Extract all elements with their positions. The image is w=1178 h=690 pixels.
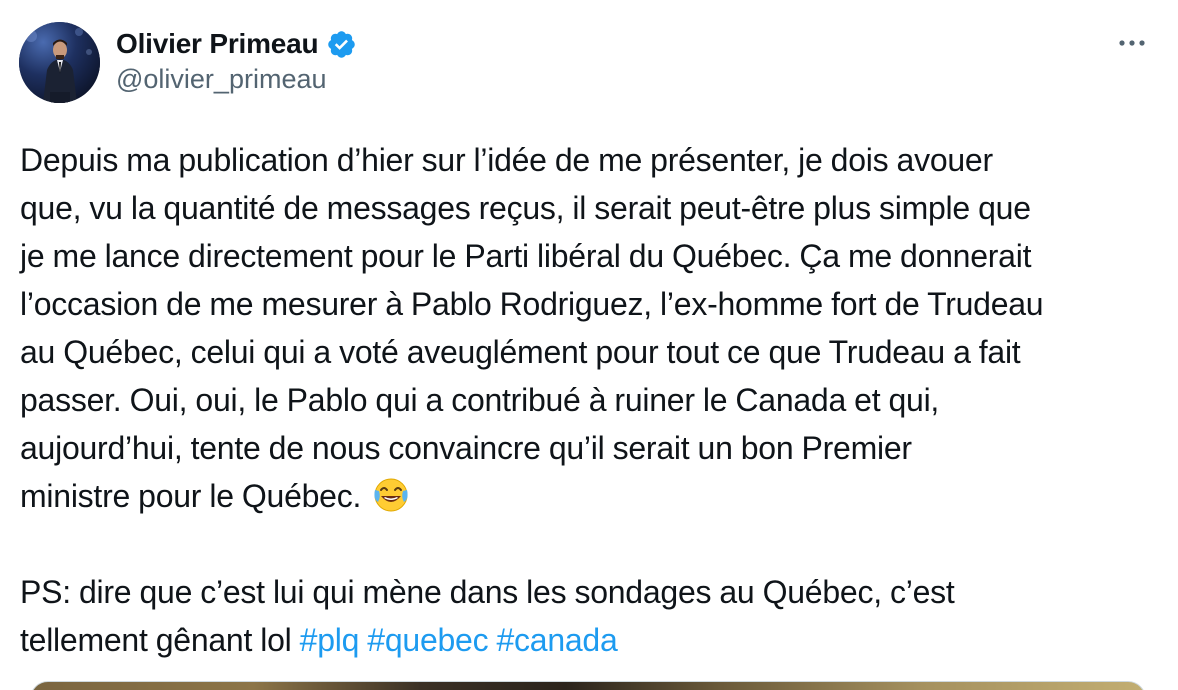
- tweet-line: aujourd’hui, tente de nous convaincre qu…: [20, 430, 912, 466]
- tweet-line: Depuis ma publication d’hier sur l’idée …: [20, 142, 993, 178]
- tweet-line: l’occasion de me mesurer à Pablo Rodrigu…: [20, 286, 1044, 322]
- tweet-ps-line-2: tellement gênant lol #plq #quebec #canad…: [20, 616, 1160, 664]
- tweet-line: passer. Oui, oui, le Pablo qui a contrib…: [20, 382, 940, 418]
- tweet: Olivier Primeau @olivier_primeau Depuis …: [0, 0, 1178, 690]
- tweet-line: je me lance directement pour le Parti li…: [20, 238, 1032, 274]
- author-name-row: Olivier Primeau: [116, 24, 357, 64]
- hashtag-quebec-link[interactable]: #quebec: [367, 622, 488, 658]
- hashtag-plq-link[interactable]: #plq: [300, 622, 360, 658]
- avatar-photo: [19, 22, 100, 103]
- tweet-text: Depuis ma publication d’hier sur l’idée …: [20, 136, 1160, 664]
- hashtag-canada-link[interactable]: #canada: [496, 622, 617, 658]
- verified-badge-icon[interactable]: [326, 29, 357, 60]
- paragraph-break: [20, 520, 1160, 568]
- tweet-ps-line: PS: dire que c’est lui qui mène dans les…: [20, 574, 955, 610]
- author-display-name[interactable]: Olivier Primeau: [116, 28, 319, 60]
- tweet-media-image[interactable]: [30, 681, 1146, 690]
- avatar[interactable]: [19, 22, 100, 103]
- more-options-icon[interactable]: [1114, 28, 1150, 58]
- tweet-ps-text: tellement gênant lol: [20, 622, 292, 658]
- tweet-line: au Québec, celui qui a voté aveuglément …: [20, 334, 1021, 370]
- tweet-line: que, vu la quantité de messages reçus, i…: [20, 190, 1031, 226]
- author-handle[interactable]: @olivier_primeau: [116, 64, 327, 95]
- tears-of-joy-emoji-icon: [371, 475, 411, 515]
- tweet-line-last: ministre pour le Québec.: [20, 472, 1160, 520]
- tweet-line-text: ministre pour le Québec.: [20, 478, 362, 514]
